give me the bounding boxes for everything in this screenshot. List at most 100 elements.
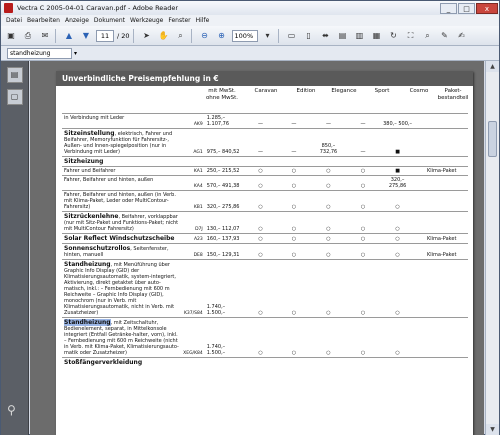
separator xyxy=(132,28,134,43)
row-description: Sitzeinstellung, elektrisch, Fahrer und … xyxy=(62,128,182,157)
row-cell: 320,– 275,86 xyxy=(379,175,416,191)
continuous-icon[interactable]: ▥ xyxy=(353,29,367,43)
menu-werkzeuge[interactable]: Werkzeuge xyxy=(130,17,163,24)
row-description: Fahrer, Beifahrer und hinten, außen xyxy=(62,175,182,191)
menu-anzeige[interactable]: Anzeige xyxy=(65,17,89,24)
zoom-out-icon[interactable]: ⊖ xyxy=(198,29,212,43)
close-button[interactable]: x xyxy=(476,2,498,14)
col-elegance: Elegance xyxy=(331,88,357,94)
full-screen-icon[interactable]: ⛶ xyxy=(404,29,418,43)
row-cell: ○ xyxy=(346,233,380,244)
navigation-panel: ▤ ▢ ⚲ xyxy=(1,61,29,435)
row-cell: ○ xyxy=(379,243,416,260)
row-text: Fahrer, Beifahrer und hinten, außen (in … xyxy=(64,192,176,210)
vertical-scrollbar[interactable]: ▲ ▼ xyxy=(485,61,499,435)
print-icon[interactable]: ⎙ xyxy=(21,29,35,43)
row-cell: ○ xyxy=(243,243,278,260)
row-cell: ○ xyxy=(310,233,347,244)
table-row: Fahrer und Beifahrer KA1 250,– 215,52 ○ ○ ○ ○ ■… xyxy=(62,166,468,176)
row-cell: ○ xyxy=(379,259,416,318)
row-title: Sitzeinstellung xyxy=(64,130,115,137)
table-row: Solar Reflect Windschutzscheibe A23 160,– … xyxy=(62,233,468,244)
row-cell: ○ xyxy=(346,243,380,260)
menu-bearbeiten[interactable]: Bearbeiten xyxy=(27,17,60,24)
row-cell: — xyxy=(346,113,380,129)
actual-size-icon[interactable]: ▭ xyxy=(285,29,299,43)
menu-datei[interactable]: Datei xyxy=(6,17,22,24)
row-text: Fahrer, Beifahrer und hinten, außen xyxy=(64,177,154,183)
save-icon[interactable]: ▣ xyxy=(4,29,18,43)
row-price: 1.285,– 1.107,76 xyxy=(204,113,244,129)
zoom-level-input[interactable]: 100% xyxy=(231,29,258,42)
menu-dokument[interactable]: Dokument xyxy=(94,17,125,24)
scroll-down-icon[interactable]: ▼ xyxy=(486,424,499,435)
pages-icon[interactable]: ▤ xyxy=(6,67,23,83)
menu-hilfe[interactable]: Hilfe xyxy=(196,17,210,24)
rotate-icon[interactable]: ↻ xyxy=(387,29,401,43)
row-cell: ○ xyxy=(379,190,416,212)
maximize-button[interactable]: □ xyxy=(458,2,475,14)
attachment-icon[interactable]: ⚲ xyxy=(7,403,16,417)
row-cell: — xyxy=(277,128,311,157)
row-cell: ○ xyxy=(346,211,380,234)
pdf-page: Unverbindliche Preisempfehlung in € mit … xyxy=(56,71,473,435)
select-tool-icon[interactable]: ➤ xyxy=(140,29,154,43)
table-row: Sitzrückenlehne, Beifahrer, vorklappbar … xyxy=(62,211,468,234)
table-row: Standheizung, mit Menüführung über Graph… xyxy=(62,259,468,318)
separator xyxy=(190,28,192,43)
row-package: Klima-Paket xyxy=(415,233,468,244)
row-price: 975,– 840,52 xyxy=(204,128,244,157)
row-cell: ○ xyxy=(243,259,278,318)
row-cell: ○ xyxy=(379,211,416,234)
menu-fenster[interactable]: Fenster xyxy=(168,17,190,24)
row-cell: ○ xyxy=(277,166,311,176)
search-icon[interactable]: ⌕ xyxy=(421,29,435,43)
single-page-icon[interactable]: ▤ xyxy=(336,29,350,43)
row-cell: ○ xyxy=(346,317,380,358)
fit-width-icon[interactable]: ⬌ xyxy=(319,29,333,43)
row-title: Stoßfängerverkleidung xyxy=(62,357,468,367)
row-package: Klima-Paket xyxy=(415,166,468,176)
email-icon[interactable]: ✉ xyxy=(38,29,52,43)
row-cell xyxy=(346,156,380,167)
row-cell: ○ xyxy=(277,233,311,244)
find-input[interactable]: standheizung xyxy=(7,47,72,59)
hand-tool-icon[interactable]: ✋ xyxy=(157,29,171,43)
row-package xyxy=(415,259,468,318)
row-cell: — xyxy=(277,113,311,129)
previous-page-icon[interactable]: ▲ xyxy=(62,29,76,43)
zoom-dropdown-icon[interactable]: ▾ xyxy=(261,29,275,43)
scroll-up-icon[interactable]: ▲ xyxy=(486,61,499,72)
table-row: Stoßfängerverkleidung xyxy=(62,357,468,367)
zoom-in-icon[interactable]: ⊕ xyxy=(215,29,229,43)
minimize-button[interactable]: _ xyxy=(440,2,457,14)
row-package: Klima-Paket xyxy=(415,243,468,260)
sign-icon[interactable]: ✎ xyxy=(438,29,452,43)
table-row: Sitzheizung xyxy=(62,156,468,167)
fit-page-icon[interactable]: ▯ xyxy=(302,29,316,43)
row-cell: ○ xyxy=(310,317,347,358)
row-code: KA1 xyxy=(181,166,205,176)
table-row: Fahrer, Beifahrer und hinten, außen (in … xyxy=(62,190,468,212)
row-cell: ○ xyxy=(243,175,278,191)
page-number-input[interactable]: 11 xyxy=(96,29,114,42)
row-text: Fahrer und Beifahrer xyxy=(64,168,116,174)
row-price: 150,– 129,31 xyxy=(204,243,244,260)
row-cell: 850,– 732,76 xyxy=(310,128,347,157)
row-text: , mit Menüführung über Graphic Info Disp… xyxy=(64,262,176,316)
row-cell: ○ xyxy=(379,233,416,244)
row-cell: ○ xyxy=(346,175,380,191)
next-page-icon[interactable]: ▼ xyxy=(79,29,93,43)
facing-pages-icon[interactable]: ▦ xyxy=(370,29,384,43)
find-dropdown-icon[interactable]: ▾ xyxy=(74,50,77,57)
row-cell: ○ xyxy=(243,317,278,358)
bookmarks-icon[interactable]: ▢ xyxy=(6,89,23,105)
row-price: 570,– 491,38 xyxy=(204,175,244,191)
scroll-thumb[interactable] xyxy=(488,121,497,157)
zoom-tool-icon[interactable]: ⌕ xyxy=(174,29,188,43)
price-table: in Verbindung mit Leder AK9 1.285,– 1.107,… xyxy=(62,113,468,367)
row-cell: — xyxy=(346,128,380,157)
comment-icon[interactable]: ✍ xyxy=(455,29,469,43)
row-cell: ○ xyxy=(277,259,311,318)
row-cell: ○ xyxy=(310,243,347,260)
